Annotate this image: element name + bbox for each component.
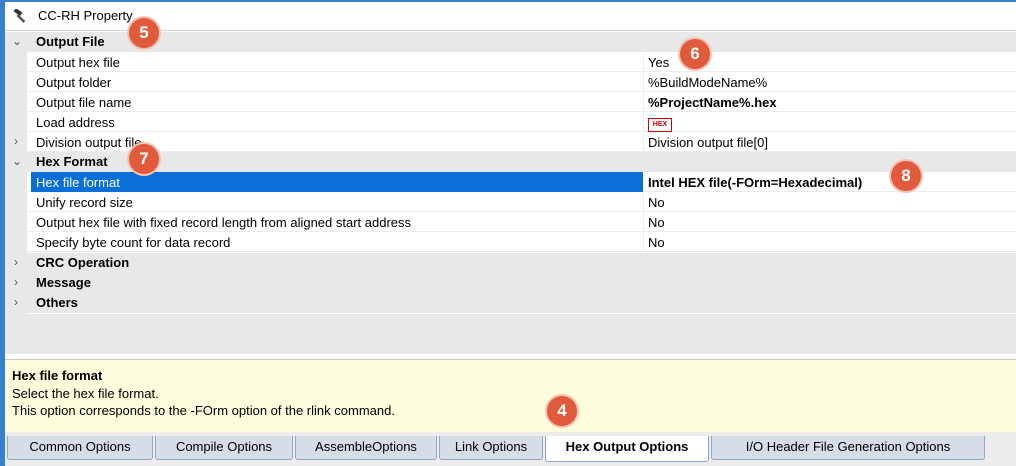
tab-io-header-file-generation-options[interactable]: I/O Header File Generation Options [711, 436, 985, 460]
category-label: Others [36, 295, 78, 310]
category-label: Message [36, 275, 91, 290]
description-text: Select the hex file format. [12, 386, 159, 401]
callout-badge: 7 [129, 144, 159, 174]
property-grid[interactable]: ⌄ Output File Output hex file Yes Output… [5, 32, 1016, 354]
property-value[interactable]: No [648, 235, 665, 250]
property-name: Load address [36, 115, 115, 130]
property-name: Hex file format [36, 175, 120, 190]
property-row-fixed-record-length[interactable]: Output hex file with fixed record length… [5, 212, 1016, 232]
window-title: CC-RH Property [38, 8, 133, 23]
hammer-icon [13, 9, 26, 23]
property-name: Output file name [36, 95, 132, 110]
property-row-output-file-name[interactable]: Output file name %ProjectName%.hex [5, 92, 1016, 112]
category-label: CRC Operation [36, 255, 130, 270]
description-panel: Hex file format Select the hex file form… [5, 359, 1016, 432]
column-divider [643, 72, 644, 92]
property-name: Unify record size [36, 195, 133, 210]
property-name: Division output file [36, 135, 142, 150]
property-value[interactable]: No [648, 195, 665, 210]
chevron-right-icon[interactable]: › [14, 134, 28, 148]
property-value[interactable]: %BuildModeName% [648, 75, 767, 90]
category-others[interactable]: › Others [5, 293, 1016, 313]
property-row-division-output-file[interactable]: › Division output file Division output f… [5, 132, 1016, 152]
property-value[interactable]: %ProjectName%.hex [648, 95, 777, 110]
tab-hex-output-options[interactable]: Hex Output Options [545, 436, 709, 462]
callout-badge: 6 [680, 39, 710, 69]
chevron-down-icon[interactable]: ⌄ [12, 154, 26, 168]
chevron-down-icon[interactable]: ⌄ [12, 34, 26, 48]
category-label: Output File [36, 34, 105, 49]
column-divider [643, 232, 644, 252]
property-row-output-folder[interactable]: Output folder %BuildModeName% [5, 72, 1016, 92]
property-row-output-hex-file[interactable]: Output hex file Yes [5, 52, 1016, 72]
property-value[interactable]: Yes [648, 55, 669, 70]
grid-empty-area [5, 314, 1016, 354]
description-title: Hex file format [12, 368, 103, 383]
callout-badge: 5 [129, 18, 159, 48]
property-row-load-address[interactable]: Load address HEX [5, 112, 1016, 132]
property-row-hex-file-format[interactable]: Hex file format Intel HEX file(-FOrm=Hex… [5, 172, 1016, 192]
property-name: Specify byte count for data record [36, 235, 231, 250]
chevron-right-icon[interactable]: › [14, 275, 28, 289]
property-row-unify-record-size[interactable]: Unify record size No [5, 192, 1016, 212]
tab-strip: Common Options Compile Options AssembleO… [5, 432, 1016, 466]
description-text: This option corresponds to the -FOrm opt… [12, 403, 395, 418]
category-message[interactable]: › Message [5, 273, 1016, 293]
column-divider [643, 132, 644, 152]
chevron-right-icon[interactable]: › [14, 255, 28, 269]
column-divider [643, 192, 644, 212]
tab-link-options[interactable]: Link Options [439, 436, 543, 460]
tab-common-options[interactable]: Common Options [7, 436, 153, 460]
property-value[interactable]: Intel HEX file(-FOrm=Hexadecimal) [648, 175, 862, 190]
property-value[interactable]: Division output file[0] [648, 135, 768, 150]
selection-highlight [31, 172, 643, 192]
category-crc-operation[interactable]: › CRC Operation [5, 253, 1016, 273]
hex-icon: HEX [648, 118, 672, 132]
callout-badge: 8 [891, 161, 921, 191]
column-divider [643, 112, 644, 132]
column-divider [643, 52, 644, 72]
property-name: Output hex file with fixed record length… [36, 215, 412, 230]
tab-compile-options[interactable]: Compile Options [155, 436, 293, 460]
property-row-byte-count[interactable]: Specify byte count for data record No [5, 232, 1016, 252]
column-divider [643, 92, 644, 112]
property-value[interactable]: No [648, 215, 665, 230]
property-value[interactable]: HEX [648, 114, 672, 132]
category-label: Hex Format [36, 154, 108, 169]
property-name: Output hex file [36, 55, 120, 70]
tab-assemble-options[interactable]: AssembleOptions [295, 436, 437, 460]
column-divider [643, 212, 644, 232]
chevron-right-icon[interactable]: › [14, 295, 28, 309]
property-name: Output folder [36, 75, 112, 90]
callout-badge: 4 [547, 396, 577, 426]
